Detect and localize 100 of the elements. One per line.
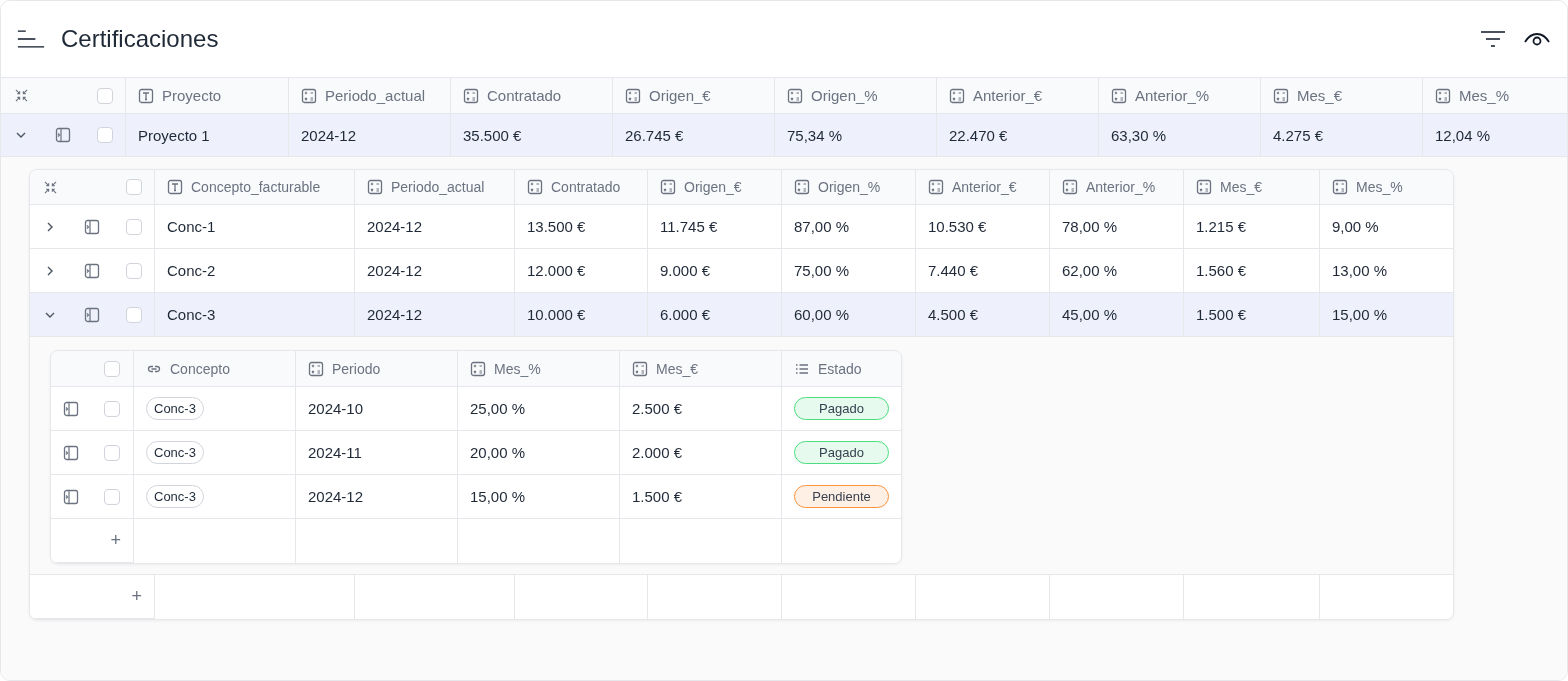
cell-text: 10.000 €	[527, 306, 586, 323]
column-header[interactable]: Estado	[782, 351, 901, 387]
cell-text: 4.275 €	[1273, 126, 1324, 144]
page-title: Certificaciones	[61, 25, 219, 53]
row-checkbox[interactable]	[126, 218, 142, 235]
cell-text: 2024-11	[308, 444, 362, 461]
row-checkbox[interactable]	[104, 488, 120, 505]
row-checkbox[interactable]	[104, 400, 120, 417]
cell-text: 1.215 €	[1196, 218, 1247, 235]
status-badge: Pagado	[794, 397, 889, 420]
add-row-button[interactable]: +	[131, 586, 142, 607]
row-checkbox[interactable]	[97, 87, 113, 104]
status-badge: Pagado	[794, 441, 889, 464]
side-panel-icon[interactable]	[63, 488, 79, 505]
cell-text: 2.500 €	[632, 400, 683, 417]
column-header[interactable]: Contratado	[515, 170, 648, 205]
calculator-icon	[787, 87, 803, 104]
column-header[interactable]: Origen_€	[613, 78, 775, 114]
cell-text: 20,00 %	[470, 444, 526, 461]
cell-text: 2024-12	[367, 262, 423, 279]
side-panel-icon[interactable]	[84, 306, 100, 323]
side-panel-icon[interactable]	[84, 262, 100, 279]
cell-text: 11.745 €	[660, 218, 718, 235]
cell-text: 45,00 %	[1062, 306, 1118, 323]
calculator-icon	[794, 179, 810, 195]
cell-text: Conc-3	[167, 306, 216, 323]
column-header[interactable]: Origen_%	[775, 78, 937, 114]
row-checkbox[interactable]	[126, 262, 142, 279]
column-header[interactable]: Mes_€	[620, 351, 782, 387]
cell-text: 87,00 %	[794, 218, 850, 235]
cell-text: 13.500 €	[527, 218, 586, 235]
row-checkbox[interactable]	[104, 360, 120, 377]
column-header[interactable]: Anterior_%	[1050, 170, 1184, 205]
column-header[interactable]: Anterior_%	[1099, 78, 1261, 114]
column-header[interactable]: Periodo_actual	[289, 78, 451, 114]
linked-record-chip[interactable]: Conc-3	[146, 485, 204, 508]
status-badge: Pendiente	[794, 485, 889, 508]
column-header[interactable]: Mes_€	[1184, 170, 1320, 205]
cell-text: 15,00 %	[1332, 306, 1388, 323]
column-header[interactable]: Mes_€	[1261, 78, 1423, 114]
column-header[interactable]: Mes_%	[1320, 170, 1453, 205]
cell-text: 12,04 %	[1435, 126, 1491, 144]
column-header[interactable]: Anterior_€	[937, 78, 1099, 114]
column-header[interactable]: Proyecto	[126, 78, 289, 114]
cell-text: 60,00 %	[794, 306, 850, 323]
row-checkbox[interactable]	[97, 127, 113, 143]
menu-icon[interactable]	[17, 27, 45, 51]
row-checkbox[interactable]	[104, 444, 120, 461]
calculator-icon	[463, 87, 479, 104]
column-header[interactable]: Periodo_actual	[355, 170, 515, 205]
linked-record-chip[interactable]: Conc-3	[146, 397, 204, 420]
calculator-icon	[1196, 179, 1212, 195]
row-checkbox[interactable]	[126, 179, 142, 195]
column-header[interactable]: Anterior_€	[916, 170, 1050, 205]
linked-record-chip[interactable]: Conc-3	[146, 441, 204, 464]
column-header[interactable]: Origen_%	[782, 170, 916, 205]
cell-text: 63,30 %	[1111, 126, 1167, 144]
column-header[interactable]: Mes_%	[458, 351, 620, 387]
calculator-icon	[1273, 87, 1289, 104]
calculator-icon	[660, 179, 676, 195]
cell-text: 62,00 %	[1062, 262, 1118, 279]
cell-text: 2024-12	[308, 488, 364, 505]
cell-text: 78,00 %	[1062, 218, 1118, 235]
calculator-icon	[367, 179, 383, 195]
cell-text: 6.000 €	[660, 306, 711, 323]
cell-text: 75,00 %	[794, 262, 850, 279]
column-header[interactable]: Contratado	[451, 78, 613, 114]
side-panel-icon[interactable]	[84, 218, 100, 235]
calculator-icon	[527, 179, 543, 195]
calculator-icon	[308, 360, 324, 377]
cell-text: 1.560 €	[1196, 262, 1247, 279]
cell-text: 2024-12	[367, 218, 423, 235]
column-header[interactable]: Concepto	[134, 351, 296, 387]
cell-text: 15,00 %	[470, 488, 526, 505]
cell-text: 2024-12	[367, 306, 423, 323]
side-panel-icon[interactable]	[63, 444, 79, 461]
cell-text: 13,00 %	[1332, 262, 1388, 279]
calculator-icon	[470, 360, 486, 377]
side-panel-icon[interactable]	[63, 400, 79, 417]
add-row-button[interactable]: +	[110, 530, 121, 551]
collapse-all-icon[interactable]	[14, 89, 28, 102]
cell-text: 2.000 €	[632, 444, 683, 461]
text-field-icon	[167, 179, 183, 195]
column-header[interactable]: Mes_%	[1423, 78, 1567, 114]
calculator-icon	[1332, 179, 1348, 195]
row-checkbox[interactable]	[126, 306, 142, 323]
cell-text: 2024-12	[301, 126, 357, 144]
cell-text: 2024-10	[308, 400, 364, 417]
cell-text: 4.500 €	[928, 306, 979, 323]
calculator-icon	[632, 360, 648, 377]
cell-text: Conc-1	[167, 218, 216, 235]
column-header[interactable]: Periodo	[296, 351, 458, 387]
collapse-all-icon[interactable]	[43, 180, 57, 194]
cell-text: 25,00 %	[470, 400, 526, 417]
cell-text: 9.000 €	[660, 262, 711, 279]
cell-text: 75,34 %	[787, 126, 843, 144]
column-header[interactable]: Concepto_facturable	[155, 170, 355, 205]
side-panel-icon[interactable]	[55, 127, 71, 143]
cell-text: 12.000 €	[527, 262, 586, 279]
column-header[interactable]: Origen_€	[648, 170, 782, 205]
